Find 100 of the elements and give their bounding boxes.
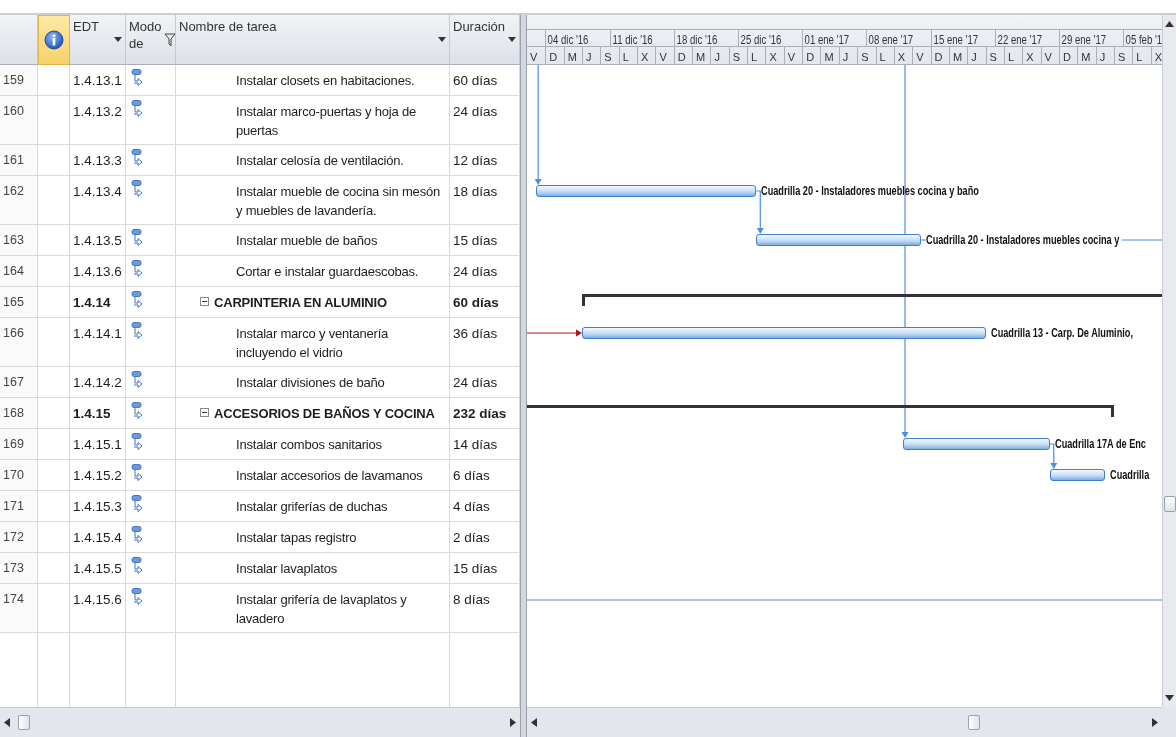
row-number[interactable]: 166 <box>0 318 38 367</box>
info-icon <box>44 30 64 50</box>
column-header[interactable]: Modo de <box>126 15 176 65</box>
table-cell: 1.4.13.1 <box>70 65 126 96</box>
scroll-left-icon[interactable] <box>531 718 537 727</box>
timescale-day: X <box>1023 49 1034 64</box>
task-mode-icon <box>131 526 143 544</box>
timescale-day: S <box>1114 49 1126 64</box>
row-number[interactable]: 174 <box>0 584 38 633</box>
row-number[interactable]: 173 <box>0 553 38 584</box>
timescale-day: S <box>601 49 612 64</box>
collapse-toggle-icon[interactable] <box>200 408 209 417</box>
task-mode-icon <box>131 557 143 575</box>
column-header[interactable] <box>38 15 70 65</box>
task-name: Instalar mueble de baños <box>236 232 378 250</box>
task-name: Instalar closets en habitaciones. <box>236 72 415 90</box>
scroll-up-icon[interactable] <box>1165 21 1174 27</box>
task-name: Instalar grifería de lavaplatos y lavadero <box>236 591 408 628</box>
timescale-day: X <box>766 49 777 64</box>
resource-label: Cuadrilla 20 - Instaladores muebles cocina y baño <box>761 183 980 199</box>
resource-label: Cuadrilla <box>1109 467 1150 483</box>
task-mode-icon <box>131 180 143 198</box>
timescale-day: S <box>858 49 869 64</box>
task-mode-icon <box>131 433 143 451</box>
scrollbar[interactable] <box>0 707 520 737</box>
table-cell: 1.4.14 <box>70 287 126 318</box>
scroll-thumb[interactable] <box>18 715 31 730</box>
table-cell <box>38 584 70 633</box>
task-name: Instalar griferías de duchas <box>236 498 388 516</box>
timescale-day: L <box>619 49 629 64</box>
timescale-week: 05 feb '1 <box>1124 32 1162 48</box>
task-name: Instalar celosía de ventilación. <box>236 152 404 170</box>
scroll-left-icon[interactable] <box>4 718 10 727</box>
scroll-right-icon[interactable] <box>510 718 516 727</box>
timescale-day: V <box>527 49 538 64</box>
collapse-toggle-icon[interactable] <box>200 297 209 306</box>
link-arrow <box>527 329 583 337</box>
task-name: Instalar mueble de cocina sin mesón y muebles de lavandería. <box>236 183 441 220</box>
row-number[interactable]: 160 <box>0 96 38 145</box>
timescale-day: M <box>821 49 834 64</box>
timescale-day: X <box>638 49 649 64</box>
task-mode-icon <box>131 371 143 389</box>
task-name: Instalar lavaplatos <box>236 560 337 578</box>
link-line <box>920 239 926 241</box>
timescale-day: D <box>674 49 686 64</box>
table-cell: 1.4.15.2 <box>70 460 126 491</box>
timescale-day: D <box>1059 49 1071 64</box>
row-number[interactable]: 161 <box>0 145 38 176</box>
row-number[interactable]: 172 <box>0 522 38 553</box>
row-number[interactable]: 168 <box>0 398 38 429</box>
table-cell <box>38 287 70 318</box>
filter-icon <box>163 32 176 47</box>
column-header[interactable]: Duración <box>450 15 520 65</box>
timescale-day: V <box>913 49 924 64</box>
timescale-day: M <box>1078 49 1091 64</box>
timescale-day: J <box>583 49 592 64</box>
task-mode-icon <box>131 464 143 482</box>
scroll-thumb[interactable] <box>1163 496 1176 513</box>
row-number[interactable]: 159 <box>0 65 38 96</box>
table-cell <box>38 225 70 256</box>
task-mode-icon <box>131 322 143 340</box>
table-cell <box>38 96 70 145</box>
column-header[interactable]: EDT <box>70 15 126 65</box>
row-number[interactable]: 163 <box>0 225 38 256</box>
scroll-thumb[interactable] <box>967 715 980 730</box>
timescale-day: J <box>1096 49 1106 64</box>
timescale-day: S <box>729 49 741 64</box>
task-name: Instalar marco y ventanería incluyendo el vidrio <box>236 325 390 362</box>
timescale-week: 22 ene '17 <box>996 32 1042 48</box>
scrollbar[interactable] <box>527 707 1162 737</box>
table-cell: 1.4.13.3 <box>70 145 126 176</box>
timescale-week: 08 ene '17 <box>867 32 914 48</box>
row-number[interactable]: 162 <box>0 176 38 225</box>
timescale-day: J <box>839 49 849 64</box>
task-mode-icon <box>131 588 143 606</box>
row-number[interactable]: 171 <box>0 491 38 522</box>
scroll-down-icon[interactable] <box>1165 695 1174 701</box>
timescale-day: L <box>876 49 886 64</box>
row-number[interactable]: 164 <box>0 256 38 287</box>
timescale-day: S <box>986 49 997 64</box>
resource-label: Cuadrilla 17A de Enc <box>1054 436 1146 452</box>
table-cell: 1.4.13.5 <box>70 225 126 256</box>
row-number[interactable]: 169 <box>0 429 38 460</box>
task-name: Instalar combos sanitarios <box>236 436 382 454</box>
timescale-day: J <box>711 49 720 64</box>
row-number[interactable]: 165 <box>0 287 38 318</box>
timescale-day: V <box>656 49 667 64</box>
row-number[interactable]: 170 <box>0 460 38 491</box>
scrollbar[interactable] <box>1162 15 1176 707</box>
dropdown-arrow-icon <box>438 37 446 42</box>
timescale-day: M <box>949 49 963 64</box>
task-mode-icon <box>131 229 143 247</box>
row-number[interactable]: 167 <box>0 367 38 398</box>
column-header[interactable]: Nombre de tarea <box>176 15 450 65</box>
scroll-right-icon[interactable] <box>1152 718 1158 727</box>
timescale-day: M <box>693 49 706 64</box>
timescale-week: 15 ene '17 <box>932 32 978 48</box>
timescale-week: 18 dic '16 <box>675 32 718 48</box>
timescale-day: D <box>931 49 943 64</box>
table-cell: 1.4.15 <box>70 398 126 429</box>
